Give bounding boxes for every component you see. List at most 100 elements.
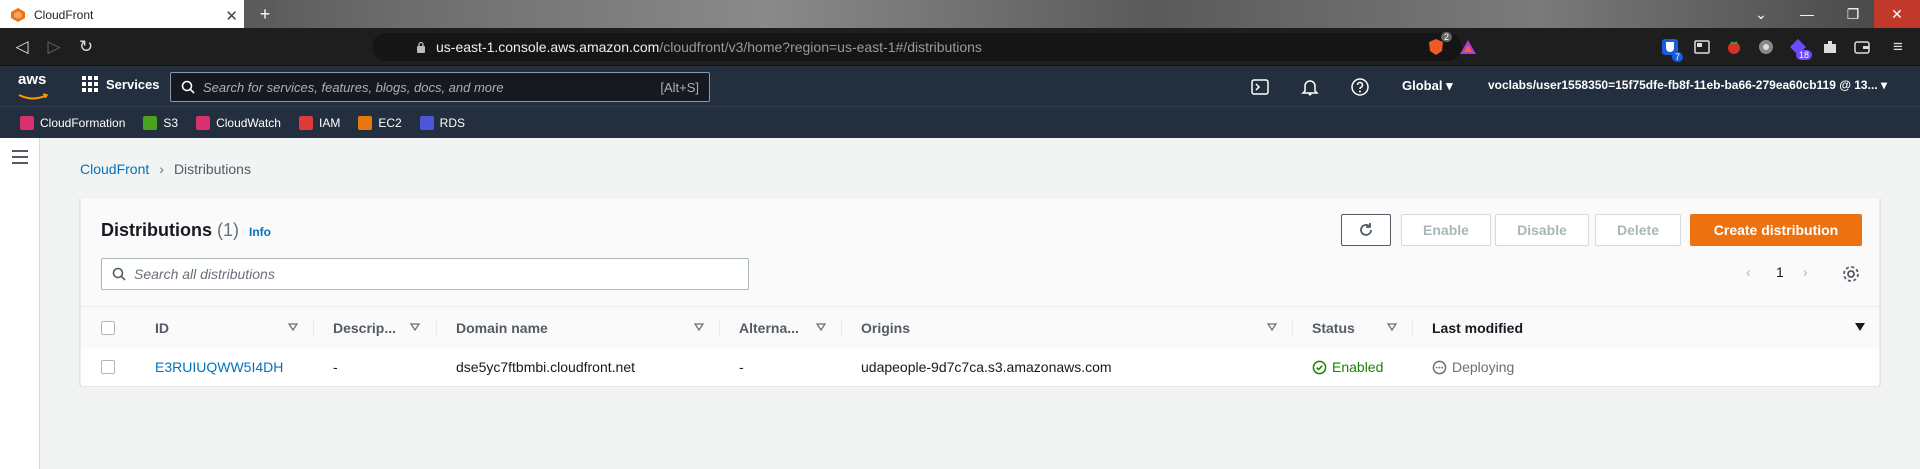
cell-description: - bbox=[333, 359, 338, 375]
column-header-alternate-domain[interactable]: Alterna... bbox=[739, 307, 799, 349]
chevron-right-icon: › bbox=[159, 161, 164, 177]
distribution-id-link[interactable]: E3RUIUQWW5I4DH bbox=[155, 348, 283, 386]
minimize-button[interactable]: — bbox=[1784, 0, 1830, 28]
aws-logo[interactable]: aws bbox=[18, 72, 50, 100]
lock-icon bbox=[417, 41, 425, 53]
sort-icon[interactable] bbox=[816, 323, 826, 331]
search-placeholder: Search for services, features, blogs, do… bbox=[203, 79, 504, 95]
side-nav-toggle-strip bbox=[0, 138, 40, 469]
services-menu-button[interactable]: Services bbox=[82, 76, 160, 92]
table-header: ID Descrip... Domain name Alterna... Ori… bbox=[81, 306, 1879, 348]
column-divider bbox=[1292, 319, 1293, 337]
sort-descending-icon[interactable] bbox=[1855, 323, 1865, 331]
column-header-id[interactable]: ID bbox=[155, 307, 169, 349]
window-close-button[interactable]: ✕ bbox=[1874, 0, 1920, 28]
create-distribution-button[interactable]: Create distribution bbox=[1690, 214, 1862, 246]
cell-alternate-domain: - bbox=[739, 359, 744, 375]
sort-icon[interactable] bbox=[288, 323, 298, 331]
extensions-puzzle-icon[interactable] bbox=[1820, 37, 1840, 57]
row-checkbox[interactable] bbox=[101, 360, 115, 374]
hamburger-menu-icon[interactable] bbox=[12, 150, 28, 164]
column-divider bbox=[719, 319, 720, 337]
page-number[interactable]: 1 bbox=[1776, 264, 1784, 280]
new-tab-button[interactable]: + bbox=[253, 4, 277, 24]
column-header-origins[interactable]: Origins bbox=[861, 307, 910, 349]
favorite-ec2[interactable]: EC2 bbox=[358, 115, 402, 130]
account-menu[interactable]: voclabs/user1558350=15f75dfe-fb8f-11eb-b… bbox=[1488, 78, 1887, 92]
circle-extension-icon[interactable] bbox=[1756, 37, 1776, 57]
browser-menu-icon[interactable]: ≡ bbox=[1886, 35, 1910, 59]
cloudfront-favicon-icon bbox=[11, 8, 25, 22]
enable-button[interactable]: Enable bbox=[1401, 214, 1491, 246]
notifications-bell-icon[interactable] bbox=[1300, 77, 1320, 97]
iam-icon bbox=[298, 115, 313, 130]
aws-search-input[interactable]: Search for services, features, blogs, do… bbox=[170, 72, 710, 102]
aws-top-nav: aws Services Search for services, featur… bbox=[0, 66, 1920, 106]
tab-search-icon[interactable]: ⌄ bbox=[1738, 0, 1784, 28]
sort-icon[interactable] bbox=[410, 323, 420, 331]
reader-mode-icon[interactable] bbox=[1692, 37, 1712, 57]
preferences-gear-icon[interactable] bbox=[1842, 265, 1860, 283]
forward-icon[interactable]: ▷ bbox=[42, 35, 66, 59]
tab-close-icon[interactable]: ✕ bbox=[225, 7, 238, 25]
panel-header: Distributions (1) Info Enable Disable De… bbox=[81, 198, 1879, 348]
info-link[interactable]: Info bbox=[249, 225, 271, 239]
ext-badge-1: 7 bbox=[1672, 52, 1684, 62]
browser-tab[interactable]: CloudFront ✕ bbox=[0, 0, 244, 28]
breadcrumb: CloudFront › Distributions bbox=[80, 161, 251, 177]
in-progress-icon bbox=[1432, 360, 1447, 374]
column-header-description[interactable]: Descrip... bbox=[333, 307, 396, 349]
address-bar[interactable]: us-east-1.console.aws.amazon.com/cloudfr… bbox=[372, 33, 1462, 61]
last-modified-status: Deploying bbox=[1432, 348, 1514, 386]
column-header-domain-name[interactable]: Domain name bbox=[456, 307, 548, 349]
disable-button[interactable]: Disable bbox=[1495, 214, 1589, 246]
prev-page-icon[interactable]: ‹ bbox=[1746, 264, 1751, 280]
refresh-icon bbox=[1360, 223, 1372, 236]
browser-tab-strip: CloudFront ✕ + ⌄ — ❐ ✕ bbox=[0, 0, 1920, 28]
brave-rewards-icon[interactable] bbox=[1458, 37, 1478, 57]
restore-button[interactable]: ❐ bbox=[1830, 0, 1876, 28]
cell-origins: udapeople-9d7c7ca.s3.amazonaws.com bbox=[861, 359, 1112, 375]
favorite-cloudwatch[interactable]: CloudWatch bbox=[196, 115, 281, 130]
help-icon[interactable] bbox=[1350, 77, 1370, 97]
reload-icon[interactable]: ↻ bbox=[74, 35, 98, 59]
search-shortcut: [Alt+S] bbox=[660, 79, 699, 95]
favorite-cloudformation[interactable]: CloudFormation bbox=[20, 115, 125, 130]
back-icon[interactable]: ◁ bbox=[10, 35, 34, 59]
url-path: /cloudfront/v3/home?region=us-east-1#/di… bbox=[659, 39, 982, 55]
aws-smile-icon bbox=[18, 93, 49, 100]
favorite-rds[interactable]: RDS bbox=[419, 115, 465, 130]
brave-badge: 2 bbox=[1441, 32, 1453, 42]
refresh-button[interactable] bbox=[1341, 214, 1391, 246]
region-selector[interactable]: Global ▾ bbox=[1402, 78, 1453, 94]
column-divider bbox=[1412, 319, 1413, 337]
next-page-icon[interactable]: › bbox=[1803, 264, 1808, 280]
select-all-checkbox[interactable] bbox=[101, 321, 115, 335]
favorite-iam[interactable]: IAM bbox=[298, 115, 340, 130]
wallet-icon[interactable] bbox=[1852, 37, 1872, 57]
breadcrumb-cloudfront-link[interactable]: CloudFront bbox=[80, 161, 149, 177]
cloudformation-icon bbox=[20, 115, 34, 130]
search-icon bbox=[181, 80, 195, 94]
table-row[interactable]: E3RUIUQWW5I4DH - dse5yc7ftbmbi.cloudfron… bbox=[81, 348, 1879, 386]
favorite-s3[interactable]: S3 bbox=[143, 115, 178, 130]
sort-icon[interactable] bbox=[1387, 323, 1397, 331]
tomato-extension-icon[interactable] bbox=[1724, 37, 1744, 57]
breadcrumb-current: Distributions bbox=[173, 161, 251, 177]
sort-icon[interactable] bbox=[694, 323, 704, 331]
tab-title: CloudFront bbox=[34, 8, 94, 22]
ext-badge-2: 18 bbox=[1796, 50, 1813, 60]
grid-icon bbox=[82, 76, 98, 92]
cloudshell-icon[interactable] bbox=[1250, 77, 1270, 97]
page-title: Distributions (1) bbox=[101, 220, 240, 240]
favorites-bar: CloudFormation S3 CloudWatch IAM EC2 RDS bbox=[0, 106, 1920, 138]
column-header-last-modified[interactable]: Last modified bbox=[1432, 307, 1523, 349]
distributions-search-input[interactable]: Search all distributions bbox=[101, 258, 749, 290]
status-badge: Enabled bbox=[1312, 348, 1383, 386]
sort-icon[interactable] bbox=[1267, 323, 1277, 331]
column-header-status[interactable]: Status bbox=[1312, 307, 1355, 349]
distributions-search-placeholder: Search all distributions bbox=[134, 266, 275, 282]
column-divider bbox=[313, 319, 314, 337]
check-circle-icon bbox=[1312, 360, 1327, 374]
delete-button[interactable]: Delete bbox=[1595, 214, 1681, 246]
